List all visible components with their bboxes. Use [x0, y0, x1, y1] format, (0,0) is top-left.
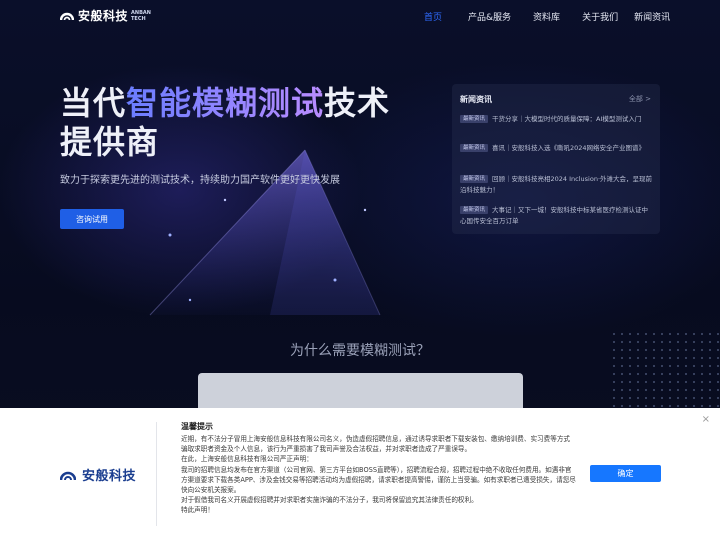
- brand-sub-line2: TECH: [131, 15, 146, 22]
- notice-body: 近期，有不法分子冒用上海安般信息科技有限公司名义，伪造虚假招聘信息，通过诱导求职…: [181, 434, 576, 516]
- why-fuzzing-heading: 为什么需要模糊测试？: [290, 343, 430, 359]
- news-item-text: 喜讯｜安般科技入选《嘶吼2024网络安全产业图谱》: [492, 144, 646, 152]
- news-badge: 最新资讯: [460, 175, 489, 183]
- pyramid-graphic: [149, 149, 381, 316]
- news-panel: 新闻资讯 全部 > 最新资讯 干货分享｜大模型时代的质量保障：AI模型测试入门 最…: [452, 84, 660, 234]
- news-item-text: 大事记｜又下一城！安般科技中标某省医疗检测认证中心国传安全百万订单: [460, 206, 649, 225]
- brand-name: 安般科技: [78, 9, 129, 23]
- news-view-all-link[interactable]: 全部 >: [629, 94, 651, 104]
- headline-part2: 技术: [324, 84, 391, 122]
- news-badge: 最新资讯: [460, 144, 489, 152]
- top-navbar: 安般科技 ANBAN TECH 首页 产品&服务 资料库 关于我们 新闻资讯: [0, 0, 720, 32]
- headline-line2: 提供商: [60, 123, 160, 161]
- headline-highlight: 智能模糊测试: [126, 84, 325, 122]
- anban-logo-icon: [60, 471, 76, 480]
- headline-part1: 当代: [60, 84, 127, 122]
- nav-item-products[interactable]: 产品&服务: [468, 10, 511, 23]
- news-item[interactable]: 最新资讯 喜讯｜安般科技入选《嘶吼2024网络安全产业图谱》: [460, 143, 652, 154]
- notice-brand-name: 安般科技: [82, 469, 137, 484]
- hero-headline: 当代智能模糊测试技术 提供商: [60, 84, 410, 162]
- news-item-text: 回顾｜安般科技亮相2024 Inclusion·外滩大会，呈现前沿科技魅力！: [460, 175, 653, 194]
- nav-item-about[interactable]: 关于我们: [582, 10, 618, 23]
- news-badge: 最新资讯: [460, 206, 489, 214]
- notice-paragraph: 近期，有不法分子冒用上海安般信息科技有限公司名义，伪造虚假招聘信息，通过诱导求职…: [181, 435, 571, 454]
- close-icon[interactable]: ×: [702, 414, 710, 425]
- nav-item-library[interactable]: 资料库: [533, 10, 560, 23]
- notice-banner: 安般科技 温馨提示 近期，有不法分子冒用上海安般信息科技有限公司名义，伪造虚假招…: [0, 408, 720, 540]
- notice-divider: [156, 422, 157, 526]
- confirm-button[interactable]: 确定: [590, 465, 661, 482]
- notice-paragraph: 特此声明！: [181, 506, 214, 515]
- news-item-text: 干货分享｜大模型时代的质量保障：AI模型测试入门: [492, 115, 642, 123]
- main-nav: 首页 产品&服务 资料库 关于我们 新闻资讯: [424, 10, 670, 23]
- notice-paragraph: 在此，上海安般信息科技有限公司严正声明：: [181, 455, 313, 464]
- nav-item-home[interactable]: 首页: [424, 10, 442, 23]
- consult-trial-button[interactable]: 咨询试用: [60, 209, 124, 229]
- hero-tagline: 致力于探索更先进的测试技术，持续助力国产软件更好更快发展: [60, 175, 340, 186]
- anban-logo-icon: [60, 12, 74, 20]
- notice-paragraph: 对于假借我司名义开展虚假招聘并对求职者实施诈骗的不法分子，我司将保留追究其法律责…: [181, 496, 478, 505]
- nav-item-news[interactable]: 新闻资讯: [634, 10, 670, 23]
- news-item[interactable]: 最新资讯 回顾｜安般科技亮相2024 Inclusion·外滩大会，呈现前沿科技魅…: [460, 174, 652, 196]
- news-panel-title: 新闻资讯: [460, 95, 492, 104]
- notice-brand-logo: 安般科技: [60, 465, 136, 484]
- news-item[interactable]: 最新资讯 大事记｜又下一城！安般科技中标某省医疗检测认证中心国传安全百万订单: [460, 205, 652, 227]
- news-badge: 最新资讯: [460, 115, 489, 123]
- notice-paragraph: 我司的招聘信息均发布在官方渠道（公司官网、第三方平台如BOSS直聘等），招聘流程…: [181, 465, 576, 495]
- brand-logo[interactable]: 安般科技 ANBAN TECH: [60, 7, 151, 24]
- brand-subtitle: ANBAN TECH: [131, 10, 151, 22]
- notice-title: 温馨提示: [181, 422, 213, 431]
- news-item[interactable]: 最新资讯 干货分享｜大模型时代的质量保障：AI模型测试入门: [460, 114, 652, 125]
